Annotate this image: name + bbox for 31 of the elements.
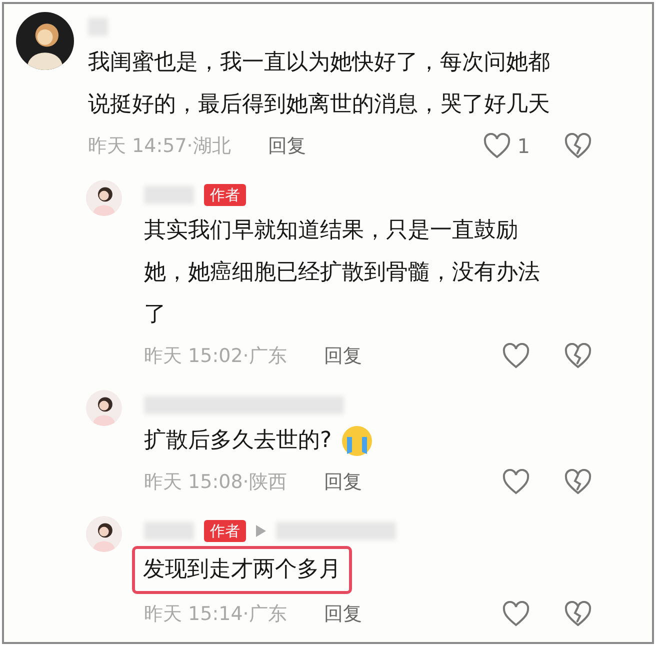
broken-heart-icon: [564, 133, 592, 159]
reply-link[interactable]: 回复: [268, 133, 306, 159]
comment-time: 昨天 15:08·陕西: [144, 470, 288, 495]
heart-icon: [502, 601, 530, 627]
dislike-button[interactable]: [564, 133, 592, 159]
reply-link[interactable]: 回复: [324, 343, 362, 369]
reply-link[interactable]: 回复: [324, 601, 362, 627]
comment-time: 昨天 14:57·湖北: [88, 134, 232, 159]
comment-text: 其实我们早就知道结果，只是一直鼓励她，她癌细胞已经扩散到骨髓，没有办法了: [144, 217, 541, 329]
like-button[interactable]: [502, 469, 530, 495]
comment-text: 发现到走才两个多月: [143, 556, 341, 584]
comment-text: 我闺蜜也是，我一直以为她快好了，每次问她都说挺好的，最后得到她离世的消息，哭了好几天: [88, 49, 551, 119]
dislike-button[interactable]: [564, 601, 592, 627]
author-badge: 作者: [204, 184, 246, 206]
dislike-button[interactable]: [564, 469, 592, 495]
like-button[interactable]: [502, 601, 530, 627]
like-button[interactable]: 1: [483, 133, 530, 159]
heart-icon: [502, 343, 530, 369]
like-count: 1: [517, 134, 530, 158]
like-button[interactable]: [502, 343, 530, 369]
broken-heart-icon: [564, 469, 592, 495]
author-badge: 作者: [204, 520, 246, 542]
broken-heart-icon: [564, 601, 592, 627]
heart-icon: [483, 133, 512, 159]
reply-link[interactable]: 回复: [324, 469, 362, 495]
broken-heart-icon: [564, 343, 592, 369]
heart-icon: [502, 469, 530, 495]
comment-text: 扩散后多久去世的?: [144, 427, 332, 455]
comment-time: 昨天 15:14·广东: [144, 602, 288, 627]
comment-time: 昨天 15:02·广东: [144, 344, 288, 369]
dislike-button[interactable]: [564, 343, 592, 369]
